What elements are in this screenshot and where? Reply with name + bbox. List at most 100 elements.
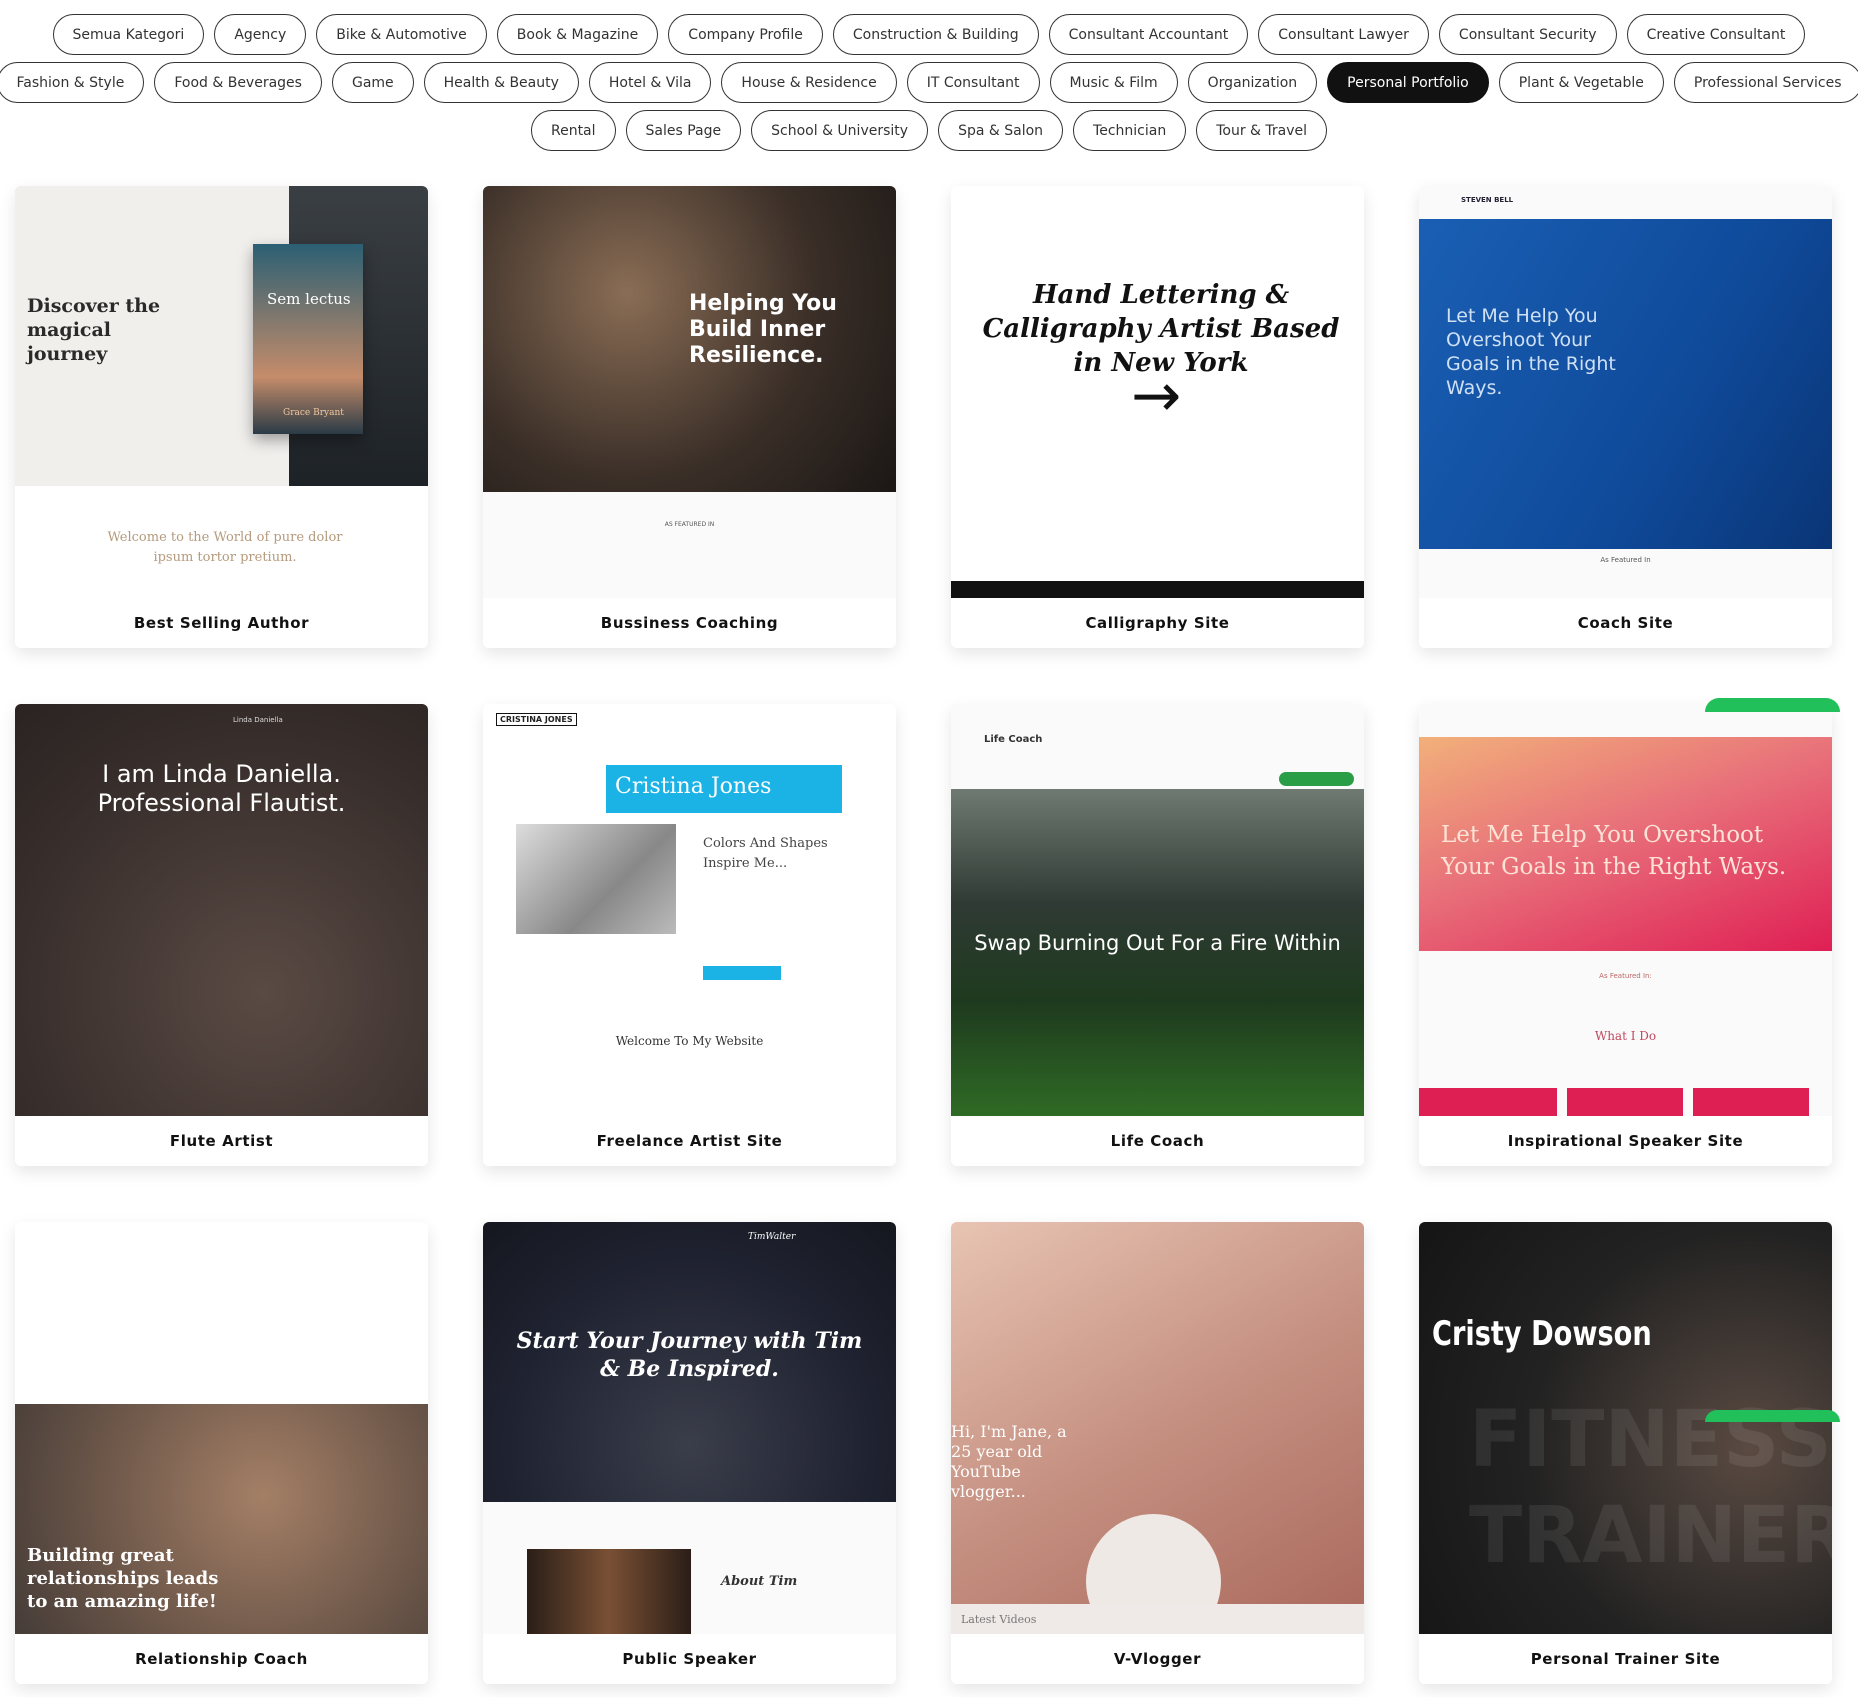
- category-filter-bar: Semua Kategori Agency Bike & Automotive Boo…: [0, 14, 1858, 158]
- preview-heading: Let Me Help You Overshoot Your Goals in …: [1441, 822, 1787, 880]
- template-title[interactable]: Freelance Artist Site: [483, 1116, 896, 1166]
- template-preview[interactable]: Hi, I'm Jane, a 25 year old YouTube vlog…: [951, 1222, 1364, 1634]
- preview-btn-shape: [1279, 772, 1354, 786]
- filter-food-beverages[interactable]: Food & Beverages: [154, 62, 322, 103]
- filter-row: Rental Sales Page School & University Spa &…: [0, 110, 1858, 151]
- template-title[interactable]: Bussiness Coaching: [483, 598, 896, 648]
- template-card-bussiness-coaching[interactable]: Helping You Build Inner Resilience. AS FE…: [483, 186, 896, 648]
- template-card-inspirational-speaker-site[interactable]: Let Me Help You Overshoot Your Goals in …: [1419, 704, 1832, 1166]
- filter-consultant-accountant[interactable]: Consultant Accountant: [1048, 14, 1249, 55]
- template-preview[interactable]: Hand Lettering & Calligraphy Artist Base…: [951, 186, 1364, 598]
- preview-service-block: [1567, 1088, 1683, 1116]
- filter-consultant-lawyer[interactable]: Consultant Lawyer: [1258, 14, 1429, 55]
- filter-agency[interactable]: Agency: [214, 14, 307, 55]
- template-preview[interactable]: Cristina Jones Colors And Shapes Inspire …: [483, 704, 896, 1116]
- preview-heading: Discover the magical journey: [27, 295, 161, 365]
- preview-text: STEVEN BELL: [1461, 196, 1514, 204]
- preview-heading: Helping You Build Inner Resilience.: [689, 291, 837, 368]
- template-card-personal-trainer-site[interactable]: Cristy Dowson FITNESS TRAINER Personal Tra…: [1419, 1222, 1832, 1684]
- filter-consultant-security[interactable]: Consultant Security: [1438, 14, 1617, 55]
- preview-text: Latest Videos: [961, 1613, 1037, 1626]
- preview-bar-shape: [951, 581, 1364, 598]
- filter-health-beauty[interactable]: Health & Beauty: [423, 62, 579, 103]
- preview-heading: I am Linda Daniella. Professional Flauti…: [97, 760, 346, 817]
- preview-heading: Hi, I'm Jane, a 25 year old YouTube vlog…: [951, 1422, 1067, 1501]
- filter-row: Fashion & Style Food & Beverages Game Healt…: [0, 62, 1858, 103]
- preview-text: Grace Bryant: [283, 408, 344, 418]
- filter-technician[interactable]: Technician: [1073, 110, 1187, 151]
- preview-text: Welcome to the World of pure dolor ipsum…: [107, 530, 343, 565]
- template-title[interactable]: Relationship Coach: [15, 1634, 428, 1684]
- template-preview[interactable]: Start Your Journey with Tim & Be Inspire…: [483, 1222, 896, 1634]
- filter-organization[interactable]: Organization: [1187, 62, 1318, 103]
- preview-heading: Cristy Dowson: [1432, 1314, 1652, 1354]
- filter-game[interactable]: Game: [331, 62, 414, 103]
- template-preview[interactable]: Discover the magical journey Sem lectus Gr…: [15, 186, 428, 598]
- filter-rental[interactable]: Rental: [530, 110, 616, 151]
- filter-house-residence[interactable]: House & Residence: [721, 62, 897, 103]
- floating-chat-button[interactable]: [1705, 1410, 1840, 1422]
- floating-chat-button[interactable]: [1705, 698, 1840, 712]
- template-card-calligraphy-site[interactable]: Hand Lettering & Calligraphy Artist Base…: [951, 186, 1364, 648]
- template-title[interactable]: Coach Site: [1419, 598, 1832, 648]
- preview-text: As Featured In:: [1599, 972, 1652, 980]
- preview-text: Life Coach: [984, 734, 1043, 745]
- template-title[interactable]: V-Vlogger: [951, 1634, 1364, 1684]
- template-card-freelance-artist-site[interactable]: Cristina Jones Colors And Shapes Inspire …: [483, 704, 896, 1166]
- filter-row: Semua Kategori Agency Bike & Automotive Boo…: [0, 14, 1858, 55]
- template-card-coach-site[interactable]: Let Me Help You Overshoot Your Goals in …: [1419, 186, 1832, 648]
- filter-personal-portfolio[interactable]: Personal Portfolio: [1327, 62, 1489, 103]
- preview-heading: Building great relationships leads to an…: [27, 1545, 219, 1612]
- template-title[interactable]: Life Coach: [951, 1116, 1364, 1166]
- filter-sales-page[interactable]: Sales Page: [625, 110, 742, 151]
- preview-btn-shape: [703, 966, 781, 980]
- filter-professional-services[interactable]: Professional Services: [1673, 62, 1858, 103]
- preview-text: About Tim: [721, 1574, 798, 1589]
- preview-heading: Let Me Help You Overshoot Your Goals in …: [1446, 305, 1616, 399]
- preview-text: Welcome To My Website: [615, 1034, 764, 1048]
- preview-service-block: [1441, 1088, 1557, 1116]
- preview-text: TimWalter: [748, 1232, 796, 1242]
- filter-company-profile[interactable]: Company Profile: [668, 14, 823, 55]
- template-title[interactable]: Inspirational Speaker Site: [1419, 1116, 1832, 1166]
- template-card-life-coach[interactable]: Swap Burning Out For a Fire Within Life C…: [951, 704, 1364, 1166]
- template-preview[interactable]: Let Me Help You Overshoot Your Goals in …: [1419, 704, 1832, 1116]
- filter-book-magazine[interactable]: Book & Magazine: [496, 14, 659, 55]
- filter-spa-salon[interactable]: Spa & Salon: [938, 110, 1064, 151]
- template-title[interactable]: Calligraphy Site: [951, 598, 1364, 648]
- template-title[interactable]: Flute Artist: [15, 1116, 428, 1166]
- preview-text: As Featured In: [1600, 556, 1651, 564]
- template-card-v-vlogger[interactable]: Hi, I'm Jane, a 25 year old YouTube vlog…: [951, 1222, 1364, 1684]
- filter-it-consultant[interactable]: IT Consultant: [906, 62, 1040, 103]
- filter-hotel-vila[interactable]: Hotel & Vila: [588, 62, 712, 103]
- filter-construction-building[interactable]: Construction & Building: [832, 14, 1039, 55]
- filter-school-university[interactable]: School & University: [751, 110, 929, 151]
- filter-tour-travel[interactable]: Tour & Travel: [1196, 110, 1328, 151]
- template-title[interactable]: Best Selling Author: [15, 598, 428, 648]
- template-card-best-selling-author[interactable]: Discover the magical journey Sem lectus Gr…: [15, 186, 428, 648]
- preview-text: Colors And Shapes Inspire Me...: [703, 836, 828, 871]
- filter-music-film[interactable]: Music & Film: [1049, 62, 1178, 103]
- filter-semua-kategori[interactable]: Semua Kategori: [52, 14, 205, 55]
- template-preview[interactable]: Cristy Dowson FITNESS TRAINER: [1419, 1222, 1832, 1634]
- preview-heading: Start Your Journey with Tim & Be Inspire…: [516, 1328, 863, 1382]
- template-preview[interactable]: I am Linda Daniella. Professional Flauti…: [15, 704, 428, 1116]
- template-title[interactable]: Personal Trainer Site: [1419, 1634, 1832, 1684]
- template-preview[interactable]: Swap Burning Out For a Fire Within Life C…: [951, 704, 1364, 1116]
- preview-img-shape: [516, 824, 676, 934]
- template-card-relationship-coach[interactable]: Building great relationships leads to an…: [15, 1222, 428, 1684]
- filter-creative-consultant[interactable]: Creative Consultant: [1626, 14, 1806, 55]
- filter-fashion-style[interactable]: Fashion & Style: [0, 62, 145, 103]
- preview-heading: Cristina Jones: [615, 774, 772, 799]
- filter-bike-automotive[interactable]: Bike & Automotive: [316, 14, 487, 55]
- filter-plant-vegetable[interactable]: Plant & Vegetable: [1498, 62, 1664, 103]
- template-title[interactable]: Public Speaker: [483, 1634, 896, 1684]
- preview-text: →: [1131, 361, 1182, 431]
- template-card-flute-artist[interactable]: I am Linda Daniella. Professional Flauti…: [15, 704, 428, 1166]
- template-preview[interactable]: Helping You Build Inner Resilience. AS FE…: [483, 186, 896, 598]
- template-preview[interactable]: Let Me Help You Overshoot Your Goals in …: [1419, 186, 1832, 598]
- preview-text: CRISTINA JONES: [496, 713, 577, 726]
- preview-service-block: [1693, 1088, 1809, 1116]
- template-card-public-speaker[interactable]: Start Your Journey with Tim & Be Inspire…: [483, 1222, 896, 1684]
- template-preview[interactable]: Building great relationships leads to an…: [15, 1222, 428, 1634]
